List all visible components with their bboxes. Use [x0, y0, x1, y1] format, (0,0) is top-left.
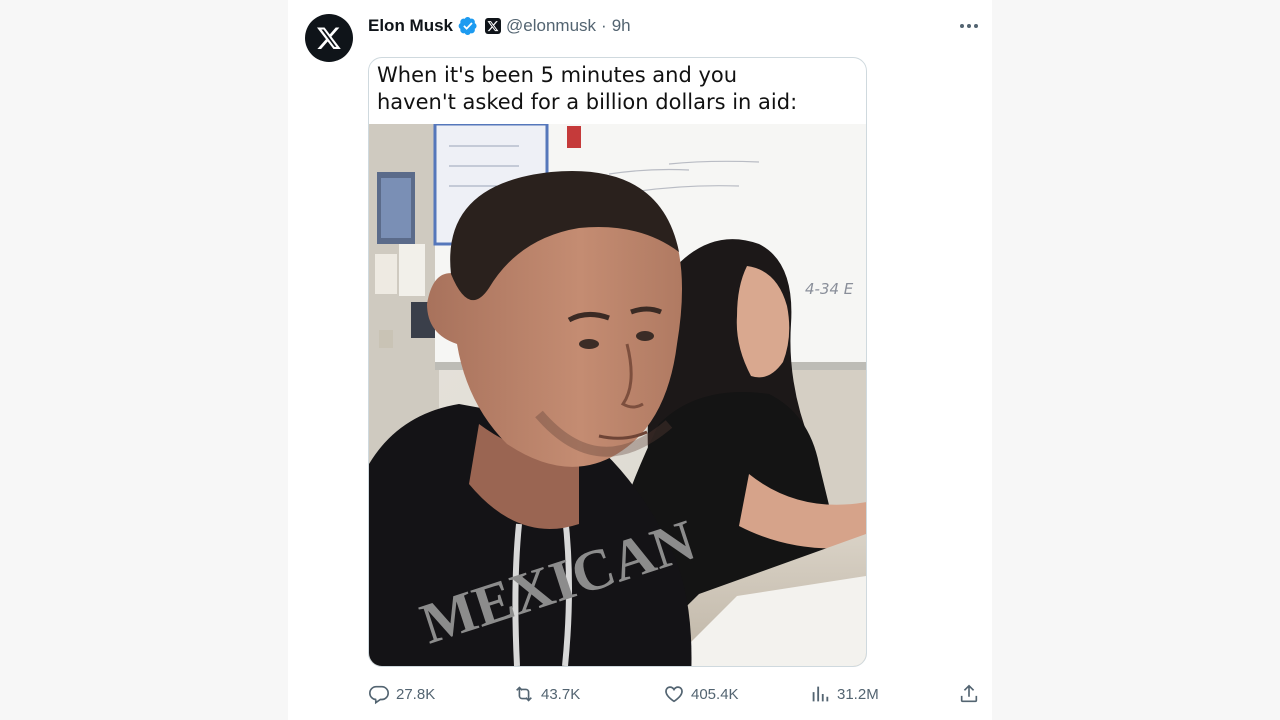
heart-icon [665, 686, 683, 703]
views-count: 31.2M [837, 685, 879, 703]
meme-caption-line-1: When it's been 5 minutes and you [377, 63, 738, 87]
repost-count: 43.7K [541, 685, 581, 703]
meme-caption: When it's been 5 minutes and you haven't… [377, 62, 857, 116]
meme-photo: 4-34 E MEXICAN [369, 124, 866, 666]
timestamp[interactable]: 9h [612, 16, 631, 36]
tweet-media[interactable]: When it's been 5 minutes and you haven't… [368, 57, 867, 667]
verified-badge-icon [458, 16, 478, 36]
avatar[interactable] [305, 14, 353, 62]
share-button[interactable] [958, 680, 980, 708]
reply-count: 27.8K [396, 685, 436, 703]
affiliation-badge-icon[interactable] [485, 18, 502, 34]
meme-caption-line-2: haven't asked for a billion dollars in a… [377, 90, 798, 114]
like-count: 405.4K [691, 685, 739, 703]
repost-button[interactable]: 43.7K [513, 680, 580, 708]
reply-button[interactable]: 27.8K [368, 680, 435, 708]
tweet-actions-bar: 27.8K 43.7K 405.4K 31.2M [368, 680, 983, 708]
tweet-header: Elon Musk @elonmusk · 9h [368, 15, 631, 37]
whiteboard-text: 4-34 E [805, 280, 854, 298]
more-options-button[interactable] [955, 14, 983, 38]
repost-icon [516, 686, 532, 702]
more-dots-icon [960, 24, 978, 28]
x-logo-icon [316, 27, 341, 50]
share-icon [960, 684, 978, 703]
author-handle[interactable]: @elonmusk [506, 16, 596, 36]
views-button[interactable]: 31.2M [809, 680, 879, 708]
views-chart-icon [812, 686, 829, 702]
display-name[interactable]: Elon Musk [368, 16, 453, 36]
reply-icon [369, 685, 389, 705]
like-button[interactable]: 405.4K [663, 680, 739, 708]
separator-dot: · [601, 16, 607, 35]
